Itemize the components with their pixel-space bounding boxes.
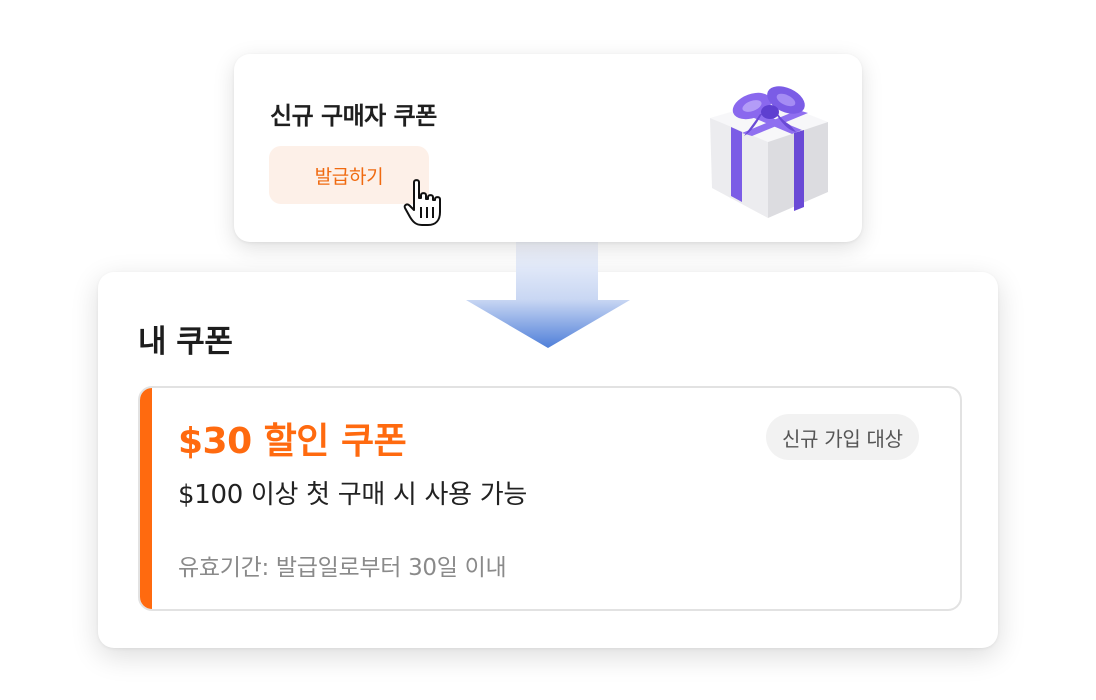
coupon-description: $100 이상 첫 구매 시 사용 가능 — [178, 480, 527, 510]
coupon-accent-stripe — [140, 388, 152, 609]
coupon-validity: 유효기간: 발급일로부터 30일 이내 — [178, 555, 507, 581]
coupon-item[interactable]: $30 할인 쿠폰 $100 이상 첫 구매 시 사용 가능 유효기간: 발급일… — [138, 386, 962, 611]
down-arrow-icon — [466, 240, 630, 348]
hand-pointer-icon — [403, 179, 441, 226]
coupon-title: $30 할인 쿠폰 — [178, 421, 407, 462]
coupon-eligibility-badge: 신규 가입 대상 — [766, 414, 919, 460]
promo-title: 신규 구매자 쿠폰 — [270, 102, 437, 130]
gift-box-icon — [710, 86, 828, 218]
my-coupons-title: 내 쿠폰 — [138, 324, 233, 360]
